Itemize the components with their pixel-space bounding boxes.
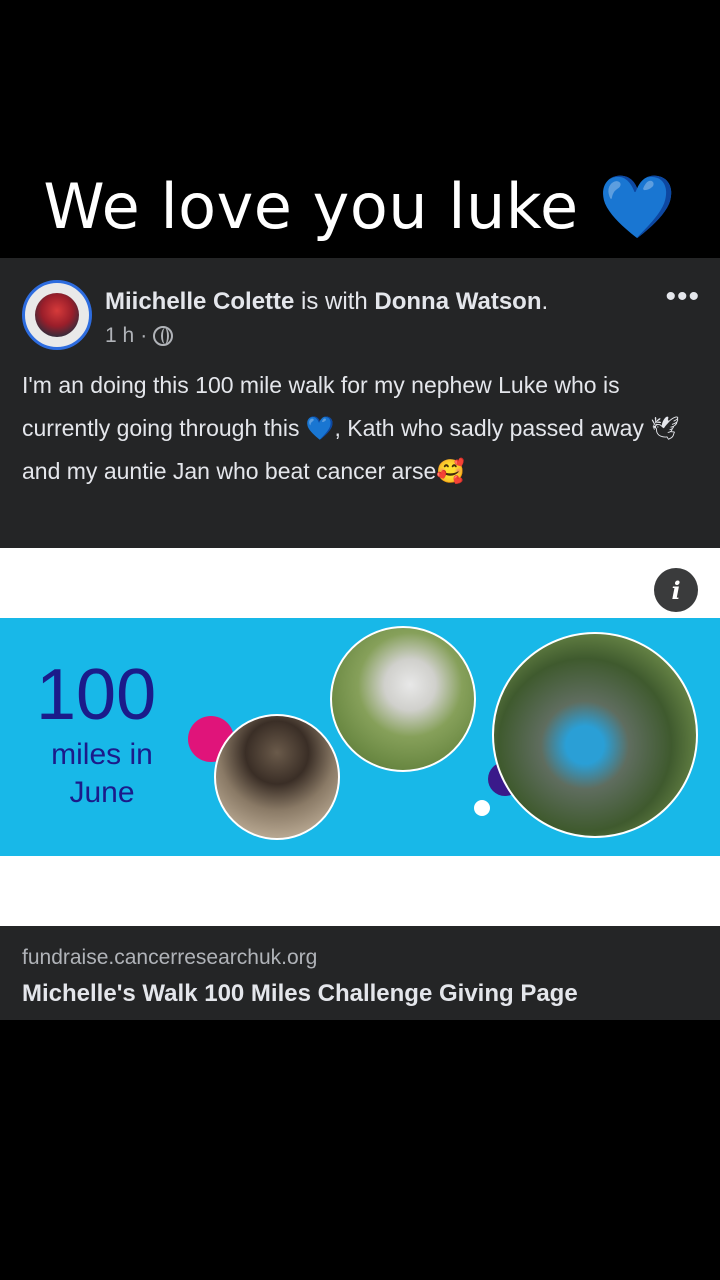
post-body: I'm an doing this 100 mile walk for my n… [22,372,680,484]
post-time[interactable]: 1 h [105,324,134,348]
info-icon[interactable]: i [654,568,698,612]
video-caption: We love you luke 💙 [0,170,720,244]
link-domain: fundraise.cancerresearchuk.org [22,946,318,969]
banner-number: 100 [36,655,157,735]
author-name[interactable]: Miichelle Colette [105,288,294,315]
globe-icon [153,326,174,346]
walker-photo [492,632,698,838]
banner-line2: June [69,776,135,809]
avatar-image [35,293,79,337]
caption-text: We love you luke [43,170,579,243]
facebook-post: Miichelle Colette is with Donna Watson. … [0,258,720,548]
tagged-name[interactable]: Donna Watson [374,288,541,315]
fundraiser-banner[interactable]: 100 miles in June [0,618,720,856]
more-options-button[interactable]: ••• [665,280,700,314]
dog-walk-photo [214,714,340,840]
banner-line1: miles in [51,738,153,771]
avatar[interactable] [22,280,92,350]
meta-separator: · [140,324,148,347]
link-preview-card[interactable]: i 100 miles in June fundraise.cancerrese… [0,548,720,1020]
blue-heart-emoji: 💙 [598,170,677,243]
white-dot-decoration [474,800,490,816]
header-period: . [541,288,549,315]
banner-bottom-padding [0,856,720,926]
sneakers-photo [330,626,476,772]
with-connector: is with [294,288,375,315]
post-header: Miichelle Colette is with Donna Watson. [105,288,548,316]
banner-subtitle: miles in June [38,736,166,812]
link-meta[interactable]: fundraise.cancerresearchuk.org Michelle'… [0,926,720,1020]
post-meta: 1 h · [105,324,174,348]
link-title[interactable]: Michelle's Walk 100 Miles Challenge Givi… [22,980,578,1008]
banner-top-padding: i [0,548,720,618]
